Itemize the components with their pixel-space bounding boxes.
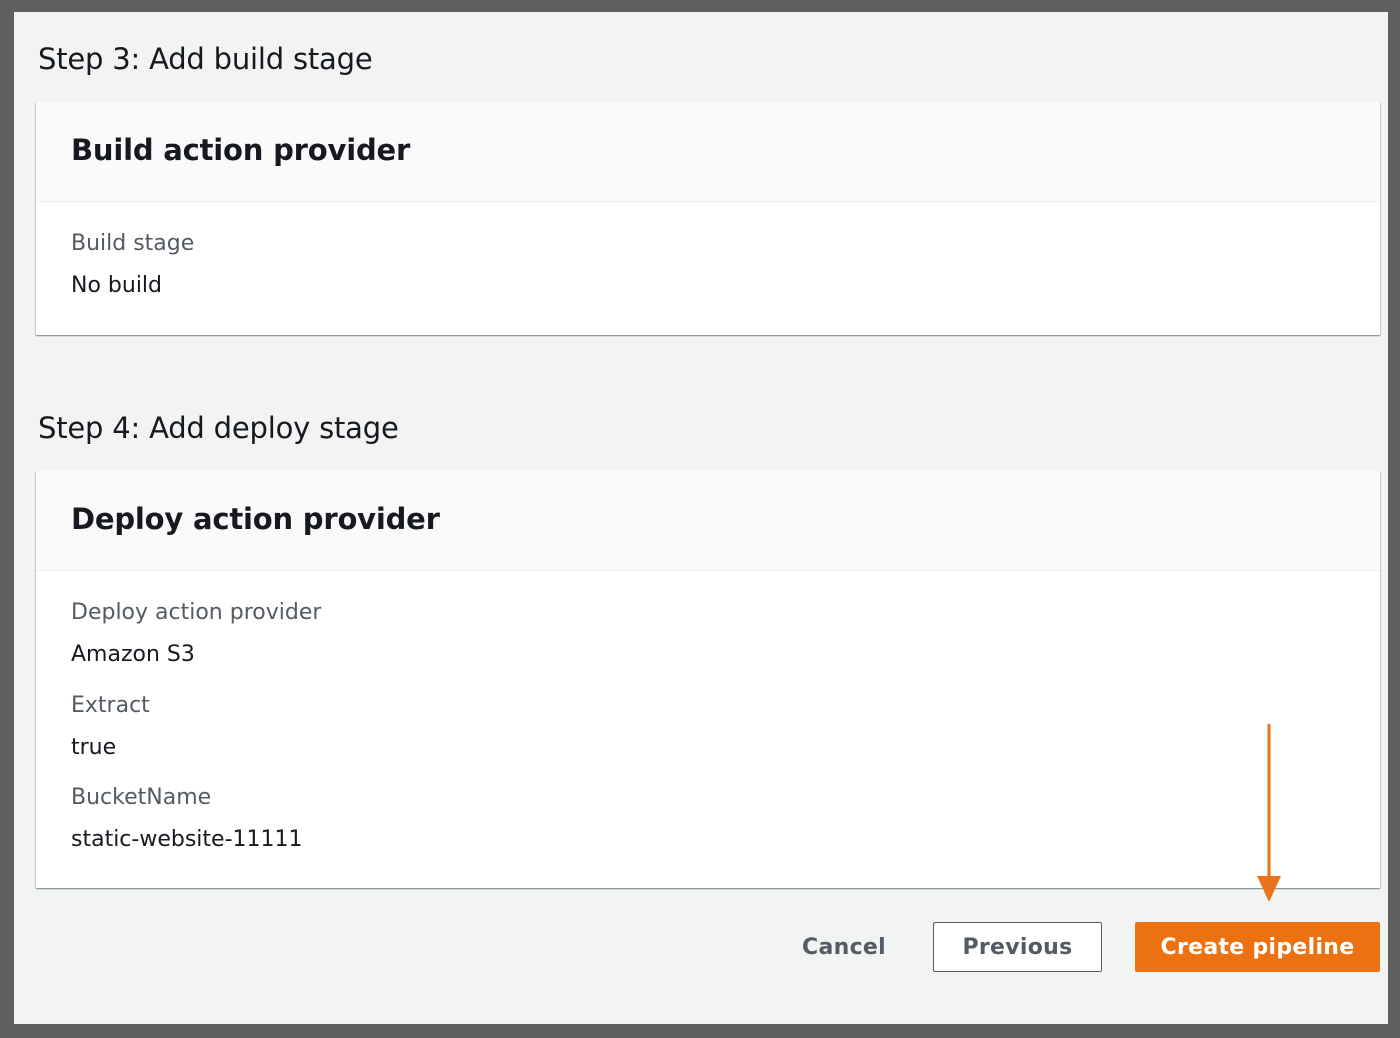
build-stage-label: Build stage bbox=[71, 231, 195, 256]
build-stage-value: No build bbox=[71, 273, 163, 298]
step4-title: Step 4: Add deploy stage bbox=[38, 411, 399, 445]
deploy-panel-header: Deploy action provider bbox=[36, 471, 1380, 571]
cancel-button[interactable]: Cancel bbox=[784, 922, 904, 972]
extract-label: Extract bbox=[71, 693, 150, 718]
bucket-name-label: BucketName bbox=[71, 785, 212, 810]
build-panel-header: Build action provider bbox=[36, 102, 1380, 202]
build-action-provider-panel: Build action provider Build stage No bui… bbox=[36, 102, 1380, 335]
deploy-panel-title: Deploy action provider bbox=[71, 502, 440, 536]
step3-title: Step 3: Add build stage bbox=[38, 42, 373, 76]
previous-button[interactable]: Previous bbox=[933, 922, 1102, 972]
deploy-provider-value: Amazon S3 bbox=[71, 642, 195, 667]
deploy-action-provider-panel: Deploy action provider Deploy action pro… bbox=[36, 471, 1380, 888]
arrow-down-icon bbox=[1257, 724, 1281, 902]
create-pipeline-button[interactable]: Create pipeline bbox=[1135, 922, 1380, 972]
build-panel-title: Build action provider bbox=[71, 133, 411, 167]
extract-value: true bbox=[71, 735, 117, 760]
review-page: Step 3: Add build stage Build action pro… bbox=[14, 12, 1388, 1024]
bucket-name-value: static-website-11111 bbox=[71, 827, 303, 852]
deploy-provider-label: Deploy action provider bbox=[71, 600, 322, 625]
